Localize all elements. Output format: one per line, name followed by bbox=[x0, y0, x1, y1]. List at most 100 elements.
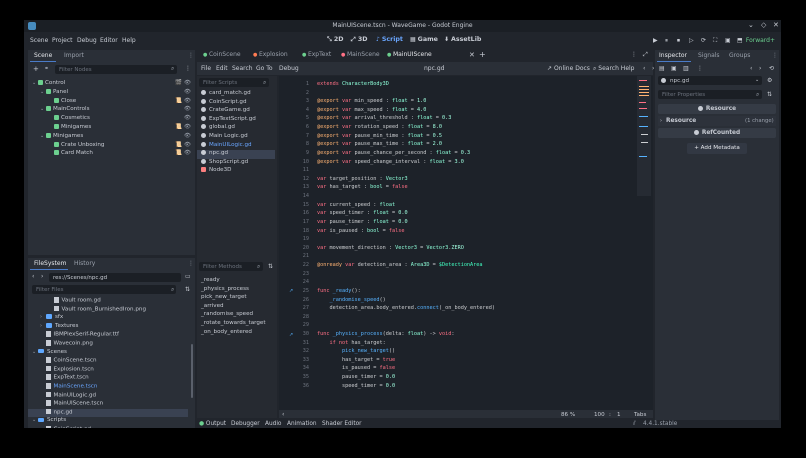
code-line[interactable]: 3 @export var min_speed : float = 1.0 bbox=[279, 98, 634, 107]
sort-properties-icon[interactable]: ⇅ bbox=[767, 91, 772, 98]
node-visibility-icons[interactable]: 👁 bbox=[184, 133, 191, 139]
menu-help[interactable]: Help bbox=[122, 37, 136, 44]
scene-tree-node[interactable]: ⌄ Minigames 👁 bbox=[28, 132, 195, 141]
script-list-item[interactable]: card_match.gd bbox=[197, 90, 275, 99]
code-line[interactable]: 4 @export var max_speed : float = 4.0 bbox=[279, 107, 634, 116]
file-tree-item[interactable]: Vault room.gd bbox=[28, 297, 188, 306]
load-resource-icon[interactable]: ▣ bbox=[671, 65, 677, 72]
filesystem-menu-icon[interactable]: ⋮ bbox=[188, 260, 194, 267]
new-resource-icon[interactable]: ▤ bbox=[659, 65, 665, 72]
tab-scene[interactable]: Scene bbox=[34, 52, 52, 59]
workspace-script[interactable]: ♪ Script bbox=[376, 36, 403, 43]
object-selector[interactable]: npc.gd ⌄ bbox=[658, 76, 762, 85]
workspace-game[interactable]: ▦ Game bbox=[410, 36, 438, 43]
scene-tree-node[interactable]: Minigames 📜 👁 bbox=[28, 124, 195, 132]
file-tree-item[interactable]: MainScene.tscn bbox=[28, 383, 188, 392]
node-visibility-icons[interactable]: 📜 👁 bbox=[175, 124, 191, 130]
file-tree-item[interactable]: Vault room_BurnishedIron.png bbox=[28, 305, 188, 315]
scene-tree-node[interactable]: ⌄ Control 🎬 👁 bbox=[28, 80, 195, 88]
tab-history[interactable]: History bbox=[74, 260, 95, 267]
code-line[interactable]: 26 _randomise_speed() bbox=[279, 297, 634, 306]
pin-icon[interactable]: ⫽ bbox=[633, 421, 636, 428]
file-tree-item[interactable]: ⌄ Scenes bbox=[28, 349, 188, 358]
history-icon[interactable]: ⟲ bbox=[769, 65, 774, 72]
script-list-item[interactable]: npc.gd bbox=[197, 150, 275, 159]
method-list-item[interactable]: _randomise_speed bbox=[197, 311, 253, 320]
code-line[interactable]: 25 func _ready(): bbox=[279, 288, 634, 297]
split-view-icon[interactable]: ▭ bbox=[185, 273, 191, 280]
code-minimap[interactable] bbox=[637, 76, 651, 196]
code-line[interactable]: 18 var is_paused : bool = false bbox=[279, 228, 634, 237]
code-line[interactable]: 23 bbox=[279, 271, 634, 280]
minimize-icon[interactable]: ⌄ bbox=[748, 21, 754, 29]
play-scene-icon[interactable]: ▷ bbox=[689, 37, 694, 44]
scene-tree-node[interactable]: Card Match 📜 👁 bbox=[28, 150, 195, 158]
workspace-3d[interactable]: ⤢ 3D bbox=[351, 36, 367, 44]
script-list-item[interactable]: global.gd bbox=[197, 124, 275, 133]
method-list-item[interactable]: pick_new_target bbox=[197, 294, 247, 303]
script-list-item[interactable]: MainUILogic.gd bbox=[197, 141, 275, 151]
file-tree-item[interactable]: ExpText.tscn bbox=[28, 374, 188, 383]
back-icon[interactable]: ‹ bbox=[32, 273, 34, 280]
play-custom-icon[interactable]: ⟳ bbox=[701, 37, 706, 44]
inspector-menu-icon[interactable]: ⋮ bbox=[772, 52, 778, 59]
code-line[interactable]: 17 var pause_timer : float = 0.0 bbox=[279, 219, 634, 228]
filter-nodes-input[interactable]: Filter Nodes bbox=[55, 65, 177, 74]
code-line[interactable]: 20 var movement_direction : Vector3 = Vec… bbox=[279, 245, 634, 254]
pause-icon[interactable]: ⏸ bbox=[665, 37, 668, 45]
tab-groups[interactable]: Groups bbox=[729, 52, 750, 59]
scene-tree-node[interactable]: ⌄ MainControls 👁 bbox=[28, 106, 195, 114]
node-visibility-icons[interactable]: 🎬 👁 bbox=[175, 80, 191, 86]
file-tree-item[interactable]: ⌄ Scripts bbox=[28, 417, 188, 426]
output-tab[interactable]: ● Output bbox=[199, 421, 226, 427]
menu-editor[interactable]: Editor bbox=[100, 37, 118, 44]
tab-inspector[interactable]: Inspector bbox=[659, 52, 687, 59]
search-help-button[interactable]: ⌕ Search Help bbox=[593, 65, 634, 73]
sort-methods-icon[interactable]: ⇅ bbox=[268, 263, 273, 270]
code-line[interactable]: 22 @onready var detection_area : Area3D =… bbox=[279, 262, 634, 271]
file-tree-item[interactable]: Wavecoin.png bbox=[28, 340, 188, 349]
method-list-item[interactable]: _physics_process bbox=[197, 286, 249, 295]
code-line[interactable]: 36 speed_timer = 0.0 bbox=[279, 383, 634, 392]
scene-tab[interactable]: ● ExpText bbox=[302, 51, 331, 58]
renderer-select[interactable]: Forward+ bbox=[746, 37, 775, 44]
link-icon[interactable]: ⚭ bbox=[44, 65, 49, 72]
filter-methods-input[interactable]: Filter Methods bbox=[199, 262, 263, 271]
forward-icon[interactable]: › bbox=[41, 273, 43, 280]
script-list-item[interactable]: CrateGame.gd bbox=[197, 107, 275, 116]
connection-icon[interactable]: ↗ bbox=[289, 288, 293, 294]
animation-tab[interactable]: Animation bbox=[287, 421, 317, 427]
code-line[interactable]: 33 has_target = true bbox=[279, 357, 634, 366]
maximize-icon[interactable]: ◇ bbox=[761, 21, 766, 29]
new-scene-tab-icon[interactable]: + bbox=[479, 50, 486, 59]
code-line[interactable]: 1 extends CharacterBody3D bbox=[279, 81, 634, 90]
movie-icon[interactable]: ⛶ bbox=[713, 37, 717, 45]
code-line[interactable]: 14 bbox=[279, 193, 634, 202]
filter-scripts-input[interactable]: Filter Scripts bbox=[199, 78, 269, 87]
menu-scene[interactable]: Scene bbox=[30, 37, 48, 44]
prev-script-icon[interactable]: ‹ bbox=[643, 65, 645, 72]
code-line[interactable]: 30 func _physics_process(delta: float) ->… bbox=[279, 331, 634, 340]
add-metadata-button[interactable]: + Add Metadata bbox=[687, 143, 747, 154]
code-line[interactable]: 27 detection_area.body_entered.connect(_… bbox=[279, 305, 634, 314]
code-line[interactable]: 34 is_paused = false bbox=[279, 365, 634, 374]
close-icon[interactable]: ✕ bbox=[773, 21, 779, 29]
code-line[interactable]: 29 bbox=[279, 322, 634, 331]
workspace-assetlib[interactable]: ⬇ AssetLib bbox=[444, 36, 481, 43]
resource-section[interactable]: › Resource (1 change) bbox=[658, 116, 776, 126]
script-menu-file[interactable]: File bbox=[201, 65, 211, 72]
code-line[interactable]: 9 @export var pause_chance_per_second : f… bbox=[279, 150, 634, 159]
node-visibility-icons[interactable]: 📜 👁 bbox=[175, 150, 191, 156]
scene-tree-node[interactable]: ⌄ Panel 👁 bbox=[28, 88, 195, 97]
code-editor[interactable]: 1 extends CharacterBody3D 2 3 @export var mi… bbox=[279, 76, 653, 410]
node-visibility-icons[interactable]: 👁 bbox=[184, 106, 191, 112]
save-resource-icon[interactable]: ▥ bbox=[683, 65, 689, 72]
shader-editor-tab[interactable]: Shader Editor bbox=[322, 421, 362, 427]
node-visibility-icons[interactable]: 📜 👁 bbox=[175, 98, 191, 104]
code-line[interactable]: 12 var target_position : Vector3 bbox=[279, 176, 634, 185]
fullscreen-icon[interactable]: ⤢ bbox=[643, 51, 648, 59]
code-line[interactable]: 32 pick_new_target() bbox=[279, 348, 634, 357]
add-node-icon[interactable]: + bbox=[33, 65, 39, 73]
script-menu-goto[interactable]: Go To bbox=[256, 65, 273, 72]
code-line[interactable]: 28 bbox=[279, 314, 634, 323]
